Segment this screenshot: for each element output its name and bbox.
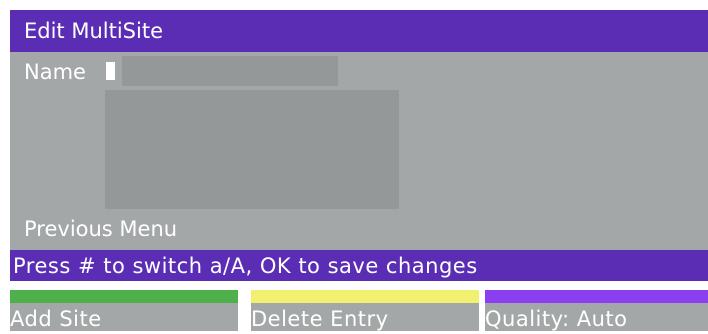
add-site-label: Add Site [10,307,102,331]
name-label: Name [24,60,86,84]
status-hint: Press # to switch a/A, OK to save change… [13,254,478,278]
delete-entry-button[interactable]: Delete Entry [251,290,479,331]
purple-key-indicator [485,290,708,303]
yellow-key-indicator [251,290,479,303]
add-site-button[interactable]: Add Site [10,290,238,331]
multisite-screen: Edit MultiSite Name Previous Menu Press … [10,10,708,331]
text-cursor [106,62,115,80]
green-key-indicator [10,290,238,303]
status-hint-bar: Press # to switch a/A, OK to save change… [10,250,708,281]
name-input[interactable] [122,56,338,86]
quality-label: Quality: Auto [485,307,628,331]
softkey-bar: Add Site Delete Entry Quality: Auto [10,290,708,331]
edit-panel: Name Previous Menu [10,52,708,250]
site-list[interactable] [105,90,399,209]
delete-entry-label: Delete Entry [251,307,389,331]
quality-button[interactable]: Quality: Auto [485,290,708,331]
page-title: Edit MultiSite [24,19,163,43]
title-bar: Edit MultiSite [10,10,708,52]
previous-menu-item[interactable]: Previous Menu [24,211,177,247]
